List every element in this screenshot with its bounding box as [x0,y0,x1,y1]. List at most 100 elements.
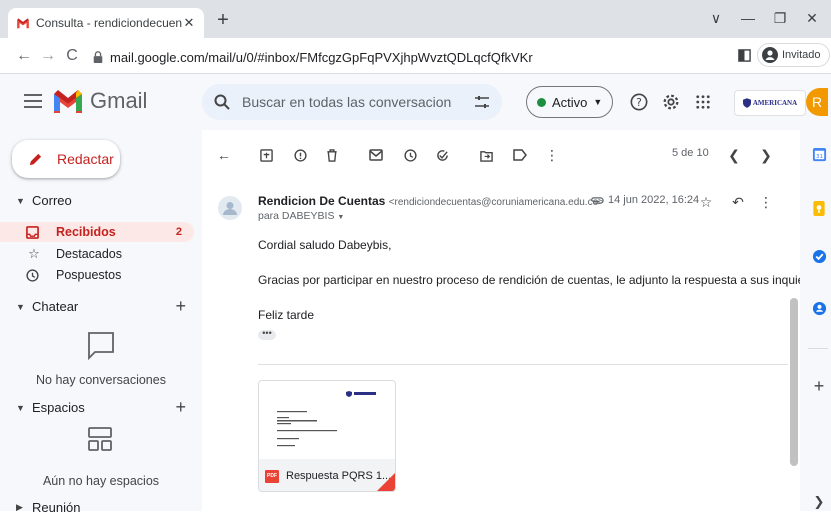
delete-icon[interactable] [322,145,342,165]
sidebar-item-label: Recibidos [56,225,116,239]
pdf-file-icon: PDF [265,469,279,483]
help-icon[interactable]: ? [628,91,650,113]
attachment-footer: PDF Respuesta PQRS 1... [259,459,395,491]
chat-bubble-icon [86,330,116,360]
calendar-icon[interactable]: 31 [811,146,827,162]
spaces-empty-text: Aún no hay espacios [42,474,160,488]
search-options-icon[interactable] [474,94,490,110]
section-mail[interactable]: ▼ Correo [16,193,196,208]
attachment-clip-icon [591,196,604,204]
sender-line: Rendicion De Cuentas <rendiciondecuentas… [258,194,604,208]
main-menu-icon[interactable] [24,94,42,108]
add-to-tasks-icon[interactable] [432,145,452,165]
search-input[interactable]: Buscar en todas las conversacion [242,94,474,110]
sender-name[interactable]: Rendicion De Cuentas [258,194,385,208]
search-icon[interactable] [214,94,230,110]
sidebar-item-starred[interactable]: ☆ Destacados [0,244,194,264]
clock-icon [26,268,42,282]
back-to-inbox-icon[interactable]: ← [214,145,234,165]
pencil-icon [29,153,42,165]
recipient-line[interactable]: para DABEYBIS ▼ [258,210,344,222]
browser-tab[interactable]: Consulta - rendiciondecuentas@ ✕ [8,8,204,38]
attachment-card[interactable]: PDF Respuesta PQRS 1... [258,380,396,492]
attachment-divider [258,364,788,365]
keep-icon[interactable] [811,200,827,216]
restore-button[interactable]: ❐ [766,6,794,30]
svg-text:31: 31 [815,153,823,159]
section-meet-label: Reunión [32,500,81,515]
archive-icon[interactable] [256,145,276,165]
tab-search-icon[interactable]: ∨ [702,6,730,30]
back-icon[interactable]: ← [14,46,34,66]
show-trimmed-content-button[interactable]: ••• [258,329,276,340]
compose-button[interactable]: Redactar [12,140,120,178]
newer-chevron-left-icon[interactable]: ❮ [724,145,744,165]
reply-icon[interactable]: ↶ [728,192,748,212]
new-tab-button[interactable]: + [212,9,234,31]
profile-area: Invitado ⋮ [738,43,831,67]
sidepanel-toggle-icon[interactable] [738,48,751,62]
spaces-grid-icon [88,427,112,451]
svg-text:?: ? [636,96,642,109]
tab-close-icon[interactable]: ✕ [182,15,196,31]
get-addons-plus-icon[interactable]: + [811,376,827,396]
message-more-icon[interactable]: ⋮ [756,192,776,212]
gmail-wordmark: Gmail [90,88,148,113]
pagination-text: 5 de 10 [672,147,709,159]
search-bar[interactable]: Buscar en todas las conversacion [202,84,502,120]
new-chat-plus-icon[interactable]: + [175,296,186,317]
star-icon[interactable]: ☆ [696,192,716,212]
settings-gear-icon[interactable] [660,91,682,113]
status-dot [537,97,546,107]
report-spam-icon[interactable] [290,145,310,165]
label-icon[interactable] [510,145,530,165]
account-avatar[interactable]: R [806,88,828,116]
attachment-thumbnail [259,381,395,455]
new-space-plus-icon[interactable]: + [175,397,186,418]
chevron-down-icon: ▼ [16,402,25,413]
lock-icon [93,51,103,63]
section-spaces[interactable]: ▼ Espacios + [16,397,196,418]
minimize-button[interactable]: — [734,6,762,30]
status-selector[interactable]: Activo ▼ [526,86,614,118]
gmail-logo[interactable]: Gmail [52,88,147,114]
chat-empty-text: No hay conversaciones [36,373,166,387]
sidebar-item-label: Pospuestos [56,268,122,282]
forward-icon[interactable]: → [38,46,58,66]
status-label: Activo [552,94,588,110]
tasks-icon[interactable] [811,248,827,264]
address-bar[interactable]: mail.google.com/mail/u/0/#inbox/FMfcgzGp… [92,44,712,70]
move-to-icon[interactable] [476,145,496,165]
side-panel [800,130,831,511]
chevron-down-icon: ▼ [16,195,25,206]
contacts-icon[interactable] [811,300,827,316]
sidebar-item-snoozed[interactable]: Pospuestos [0,265,194,285]
organization-name: AMERICANA [752,99,798,107]
sidebar-item-inbox[interactable]: Recibidos 2 [0,222,194,242]
message-scrollbar[interactable] [790,298,798,466]
section-meet[interactable]: ▶ Reunión [16,500,196,515]
chevron-down-icon: ▼ [16,301,25,312]
sidebar [0,130,202,511]
inbox-icon [26,225,42,239]
sender-email: <rendiciondecuentas@coruniamericana.edu.… [388,197,604,208]
reload-icon[interactable]: C [62,46,82,66]
attachment-corner-fold [377,473,395,491]
close-window-button[interactable]: ✕ [798,6,826,30]
sender-avatar[interactable] [218,196,242,220]
older-chevron-right-icon[interactable]: ❯ [756,145,776,165]
snooze-clock-icon[interactable] [400,145,420,165]
section-chat-label: Chatear [32,299,79,314]
chevron-down-icon: ▼ [593,97,603,107]
expand-panel-chevron-icon[interactable]: ❯ [811,494,827,510]
unread-count: 2 [175,226,182,238]
person-icon [762,47,778,63]
guest-profile-button[interactable]: Invitado [757,43,830,67]
recipient-text: para DABEYBIS [258,210,335,222]
url-text: mail.google.com/mail/u/0/#inbox/FMfcgzGp… [110,49,533,65]
section-chat[interactable]: ▼ Chatear + [16,296,196,317]
organization-logo[interactable]: AMERICANA [734,90,806,116]
apps-grid-icon[interactable] [692,91,714,113]
more-options-icon[interactable]: ⋮ [542,145,562,165]
mark-unread-icon[interactable] [366,145,386,165]
